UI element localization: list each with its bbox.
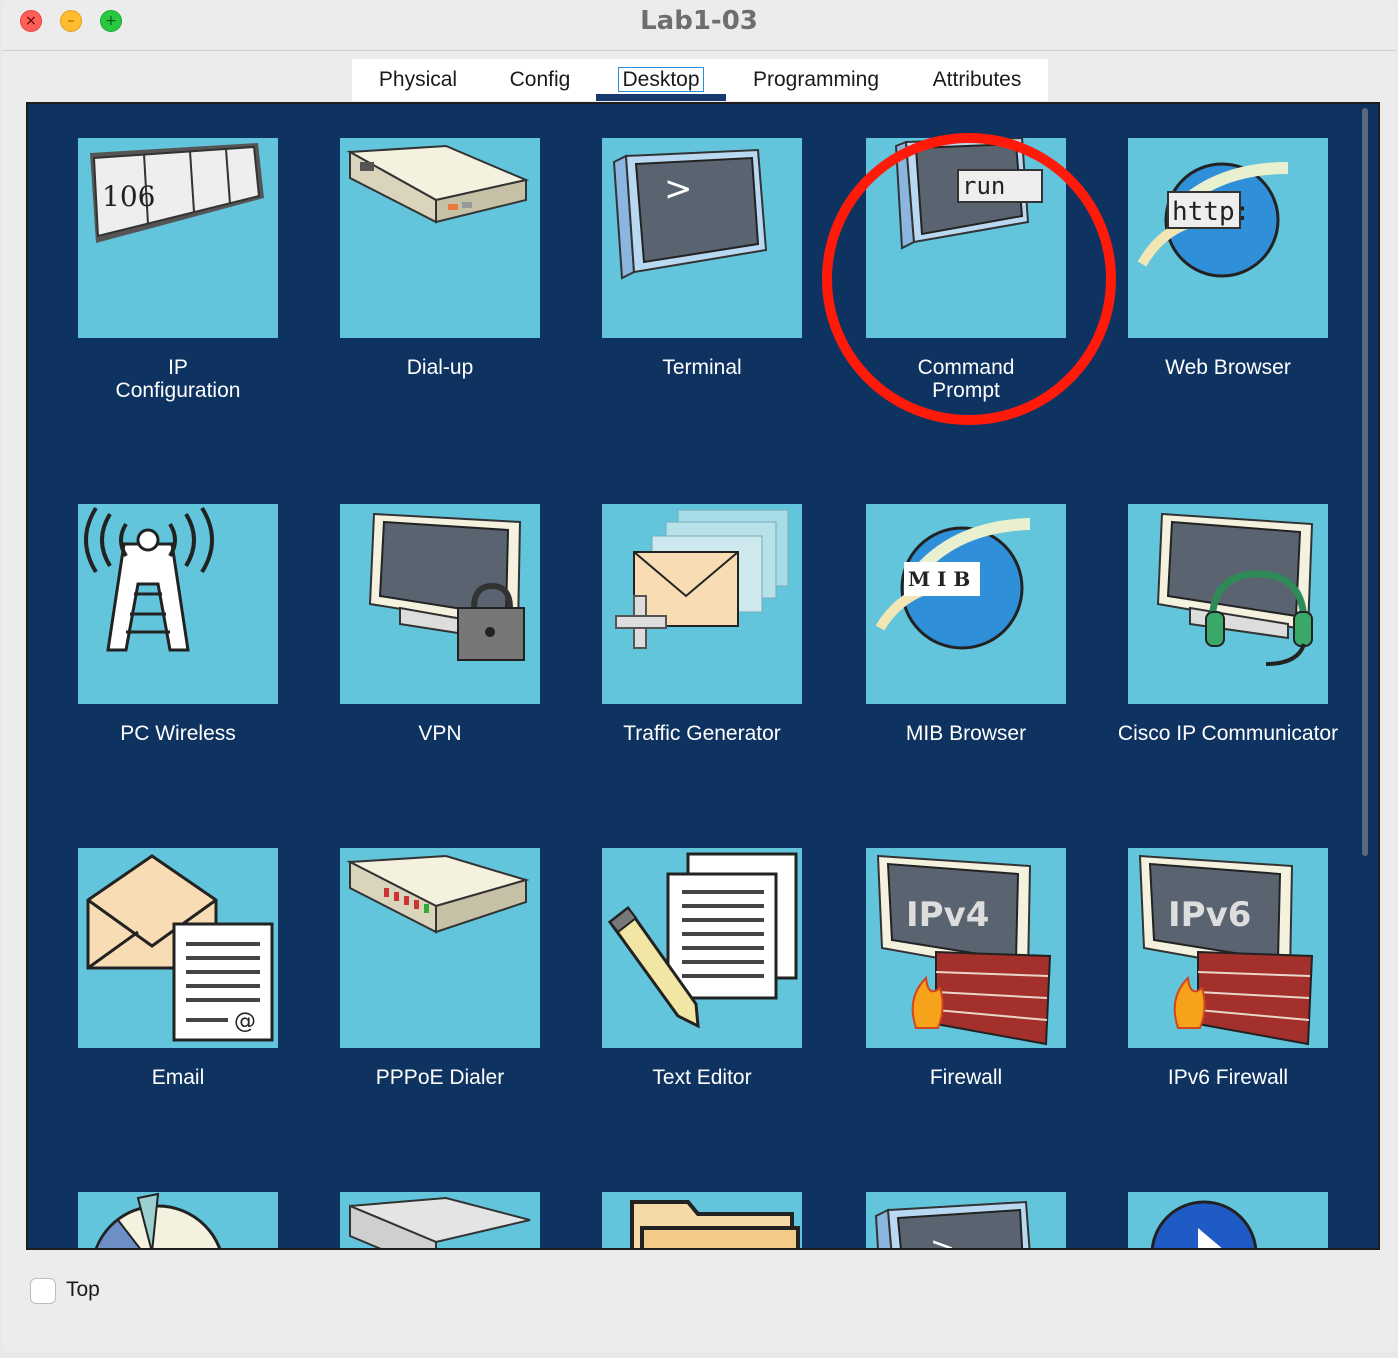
- vertical-scrollbar[interactable]: [1360, 108, 1376, 858]
- app-label: Web Browser: [1165, 356, 1291, 379]
- top-checkbox-label: Top: [66, 1278, 100, 1301]
- terminal-icon: >: [866, 1192, 1066, 1250]
- ipv4-text: IPv4: [906, 895, 989, 935]
- app-label: IP Configuration: [115, 356, 241, 402]
- ip-communicator-headset-icon: [1128, 504, 1328, 704]
- app-label: Traffic Generator: [623, 722, 781, 745]
- title-bar: × – + Lab1-03: [2, 0, 1396, 46]
- tab-config[interactable]: Config: [484, 59, 596, 101]
- app-label: Cisco IP Communicator: [1117, 722, 1339, 745]
- web-browser-icon: http:: [1128, 138, 1328, 338]
- app-label: Firewall: [929, 1066, 1003, 1089]
- pie-chart-icon: [78, 1192, 278, 1248]
- app-label: IPv6 Firewall: [1167, 1066, 1289, 1089]
- command-prompt-icon: run: [866, 138, 1066, 338]
- mib-text: M I B: [908, 567, 970, 591]
- terminal-icon: >: [602, 138, 802, 338]
- prompt-glyph: >: [930, 1231, 955, 1250]
- ipv6-firewall-icon: IPv6: [1128, 848, 1328, 1048]
- top-checkbox[interactable]: [30, 1278, 56, 1304]
- text-editor-icon: [602, 848, 802, 1048]
- device-icon: [340, 1192, 540, 1248]
- app-label: VPN: [418, 722, 462, 745]
- play-icon: [1128, 1192, 1328, 1248]
- firewall-icon: IPv4: [866, 848, 1066, 1048]
- active-tab-indicator: [596, 94, 726, 101]
- vpn-lock-icon: [340, 504, 540, 704]
- prompt-glyph: >: [664, 169, 693, 209]
- tab-programming[interactable]: Programming: [726, 59, 906, 101]
- app-window: × – + Lab1-03 Physical Config Desktop Pr…: [2, 0, 1396, 1352]
- http-text: http:: [1172, 197, 1250, 227]
- traffic-generator-icon: [602, 504, 802, 704]
- desktop-panel: 106 IP Configuration Dial-up > Terminal …: [26, 102, 1380, 1250]
- run-text: run: [962, 172, 1005, 200]
- ipv6-text: IPv6: [1168, 895, 1251, 935]
- scrollbar-thumb[interactable]: [1362, 108, 1368, 856]
- window-title: Lab1-03: [640, 6, 758, 36]
- app-label: Email: [151, 1066, 205, 1089]
- mib-browser-icon: M I B: [866, 504, 1066, 704]
- app-label: PC Wireless: [120, 722, 236, 745]
- email-icon: @: [78, 848, 278, 1048]
- title-divider: [2, 50, 1396, 51]
- app-label: MIB Browser: [905, 722, 1027, 745]
- at-sign-text: @: [234, 1009, 256, 1034]
- tab-physical[interactable]: Physical: [352, 59, 484, 101]
- ip-address-text: 106: [102, 180, 155, 213]
- app-label: Terminal: [662, 356, 742, 379]
- app-label: PPPoE Dialer: [375, 1066, 505, 1089]
- app-label: Dial-up: [406, 356, 474, 379]
- tab-attributes[interactable]: Attributes: [906, 59, 1048, 101]
- app-label: Text Editor: [652, 1066, 752, 1089]
- pppoe-dialer-icon: [340, 848, 540, 1048]
- folder-icon: [602, 1192, 802, 1248]
- ip-configuration-icon: 106: [78, 138, 278, 338]
- modem-icon: [340, 138, 540, 338]
- wireless-tower-icon: [78, 504, 278, 704]
- app-label: Command Prompt: [917, 356, 1015, 402]
